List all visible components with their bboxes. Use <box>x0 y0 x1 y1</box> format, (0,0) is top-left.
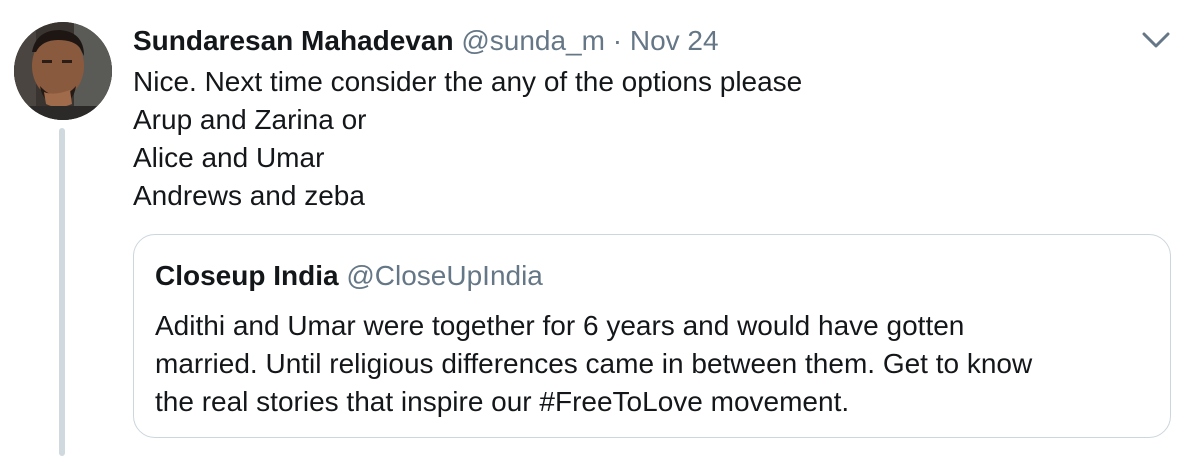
quoted-tweet-header: Closeup India @CloseUpIndia <box>155 259 543 293</box>
author-handle[interactable]: @sunda_m <box>461 25 605 56</box>
tweet-date[interactable]: Nov 24 <box>630 25 719 56</box>
tweet-text-line: Alice and Umar <box>133 142 325 173</box>
chevron-down-icon <box>1142 32 1170 48</box>
tweet-text: Nice. Next time consider the any of the … <box>133 63 802 215</box>
quoted-tweet-text: Adithi and Umar were together for 6 year… <box>155 307 1032 421</box>
tweet-menu-button[interactable] <box>1140 28 1172 52</box>
quoted-tweet-text-line: married. Until religious differences cam… <box>155 348 1033 379</box>
tweet-text-line: Nice. Next time consider the any of the … <box>133 66 803 97</box>
author-name[interactable]: Sundaresan Mahadevan <box>133 25 454 56</box>
tweet: Sundaresan Mahadevan @sunda_m · Nov 24 N… <box>0 0 1186 456</box>
thread-connector-line <box>59 128 65 456</box>
avatar[interactable] <box>14 22 112 120</box>
tweet-text-line: Arup and Zarina or <box>133 104 367 135</box>
tweet-text-line: Andrews and zeba <box>133 180 365 211</box>
quoted-tweet-text-line: the real stories that inspire our #FreeT… <box>155 386 850 417</box>
meta-separator: · <box>612 25 623 56</box>
quoted-author-handle: @CloseUpIndia <box>346 260 543 291</box>
tweet-header: Sundaresan Mahadevan @sunda_m · Nov 24 <box>133 24 719 58</box>
quoted-author-name: Closeup India <box>155 260 339 291</box>
quoted-tweet-text-line: Adithi and Umar were together for 6 year… <box>155 310 965 341</box>
quoted-tweet-card[interactable]: Closeup India @CloseUpIndia Adithi and U… <box>133 234 1171 438</box>
avatar-photo-icon <box>14 22 112 120</box>
